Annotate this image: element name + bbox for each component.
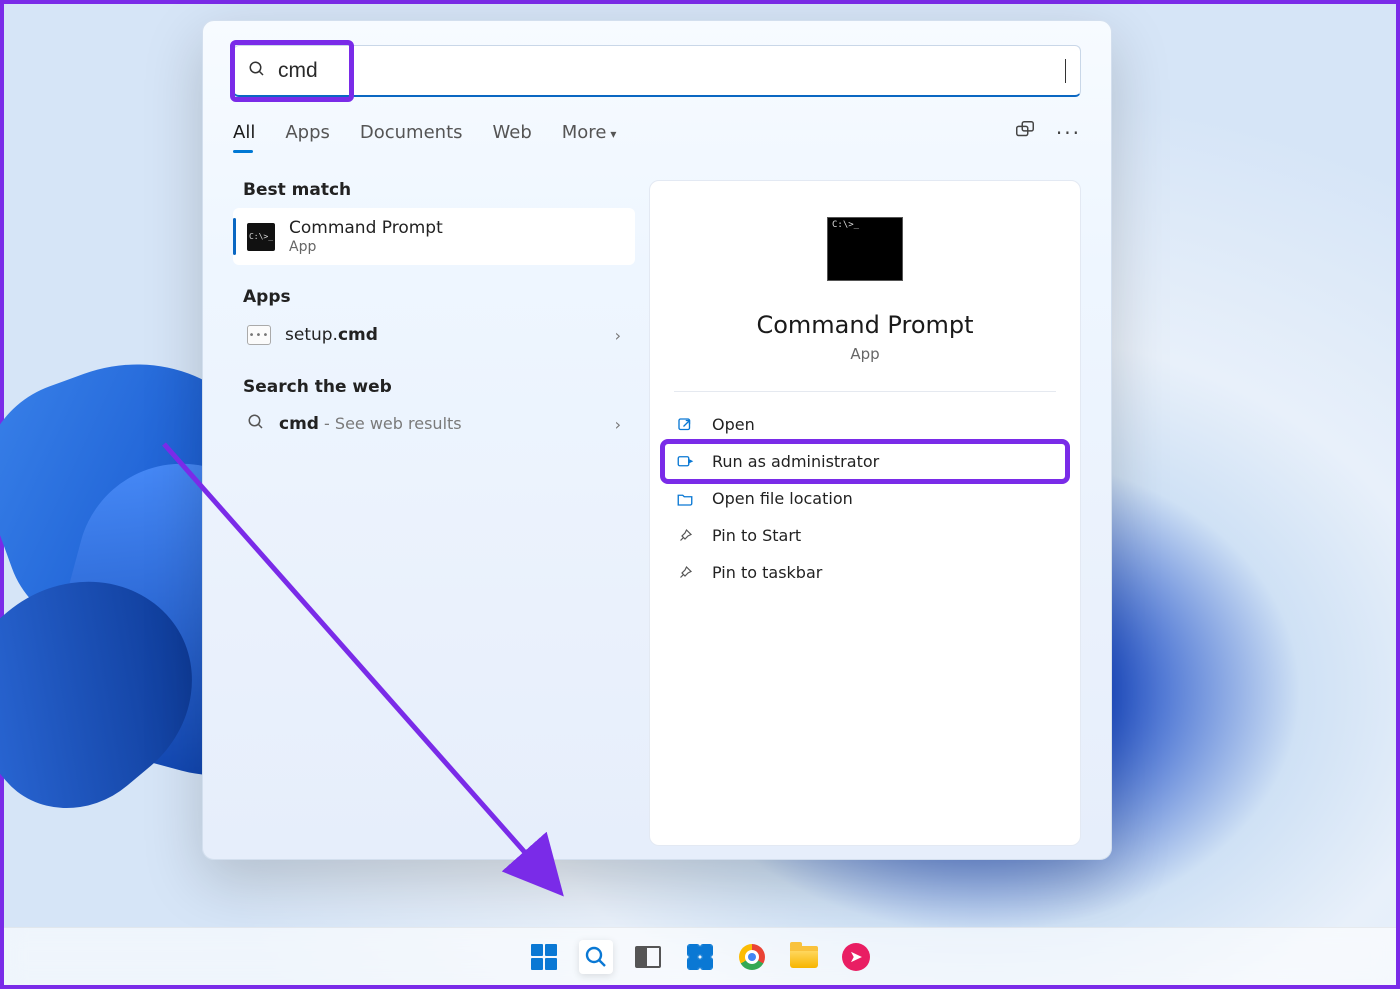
tab-all[interactable]: All (233, 122, 255, 143)
action-label: Open (712, 415, 755, 434)
task-view-button[interactable] (631, 940, 665, 974)
action-open-file-location[interactable]: Open file location (664, 480, 1066, 517)
pin-icon (676, 564, 694, 582)
app-icon: ➤ (842, 943, 870, 971)
search-input[interactable] (278, 59, 1059, 83)
more-options-icon[interactable]: ··· (1056, 121, 1081, 145)
feedback-icon[interactable] (1014, 119, 1036, 146)
preview-pane: Command Prompt App Open Run as administr… (649, 180, 1081, 846)
web-query: cmd - See web results (279, 414, 462, 434)
text-caret (1065, 59, 1066, 83)
tab-apps[interactable]: Apps (285, 122, 330, 143)
action-label: Open file location (712, 489, 853, 508)
command-prompt-icon: C:\>_ (247, 223, 275, 251)
action-label: Run as administrator (712, 452, 879, 471)
results-column: Best match C:\>_ Command Prompt App Apps… (233, 180, 635, 846)
search-icon (247, 413, 265, 435)
file-explorer-icon (790, 946, 818, 968)
section-best-match: Best match (233, 180, 635, 200)
taskbar-pinned-app[interactable]: ➤ (839, 940, 873, 974)
tab-documents[interactable]: Documents (360, 122, 463, 143)
section-apps: Apps (233, 287, 635, 307)
action-run-as-administrator[interactable]: Run as administrator (664, 443, 1066, 480)
chevron-down-icon: ▾ (610, 127, 616, 141)
taskbar-search-button[interactable] (579, 940, 613, 974)
result-subtitle: App (289, 239, 443, 255)
section-search-web: Search the web (233, 377, 635, 397)
open-icon (676, 416, 694, 434)
action-pin-to-taskbar[interactable]: Pin to taskbar (664, 554, 1066, 591)
search-box[interactable] (233, 45, 1081, 97)
action-open[interactable]: Open (664, 406, 1066, 443)
action-label: Pin to Start (712, 526, 801, 545)
result-setup-cmd[interactable]: ••• setup.cmd › (233, 315, 635, 355)
pin-icon (676, 527, 694, 545)
chevron-right-icon: › (615, 415, 621, 434)
shield-admin-icon (676, 453, 694, 471)
divider (674, 391, 1056, 392)
widgets-icon (688, 945, 712, 969)
preview-title: Command Prompt (756, 311, 973, 339)
search-icon (248, 60, 266, 82)
taskbar: ➤ (4, 927, 1396, 985)
action-pin-to-start[interactable]: Pin to Start (664, 517, 1066, 554)
chrome-icon (739, 944, 765, 970)
tab-more[interactable]: More▾ (562, 122, 617, 143)
windows-logo-icon (531, 944, 557, 970)
result-command-prompt[interactable]: C:\>_ Command Prompt App (233, 208, 635, 265)
result-title: setup.cmd (285, 325, 378, 345)
tab-web[interactable]: Web (493, 122, 532, 143)
folder-icon (676, 490, 694, 508)
chevron-right-icon: › (615, 326, 621, 345)
widgets-button[interactable] (683, 940, 717, 974)
action-label: Pin to taskbar (712, 563, 822, 582)
preview-subtitle: App (850, 345, 879, 363)
taskbar-file-explorer[interactable] (787, 940, 821, 974)
taskbar-chrome[interactable] (735, 940, 769, 974)
batch-file-icon: ••• (247, 325, 271, 345)
result-title: Command Prompt (289, 218, 443, 238)
start-button[interactable] (527, 940, 561, 974)
start-search-panel: All Apps Documents Web More▾ ··· Best ma… (202, 20, 1112, 860)
task-view-icon (635, 946, 661, 968)
command-prompt-icon-large (827, 217, 903, 281)
result-web-cmd[interactable]: cmd - See web results › (233, 403, 635, 445)
search-filter-tabs: All Apps Documents Web More▾ ··· (233, 119, 1081, 146)
